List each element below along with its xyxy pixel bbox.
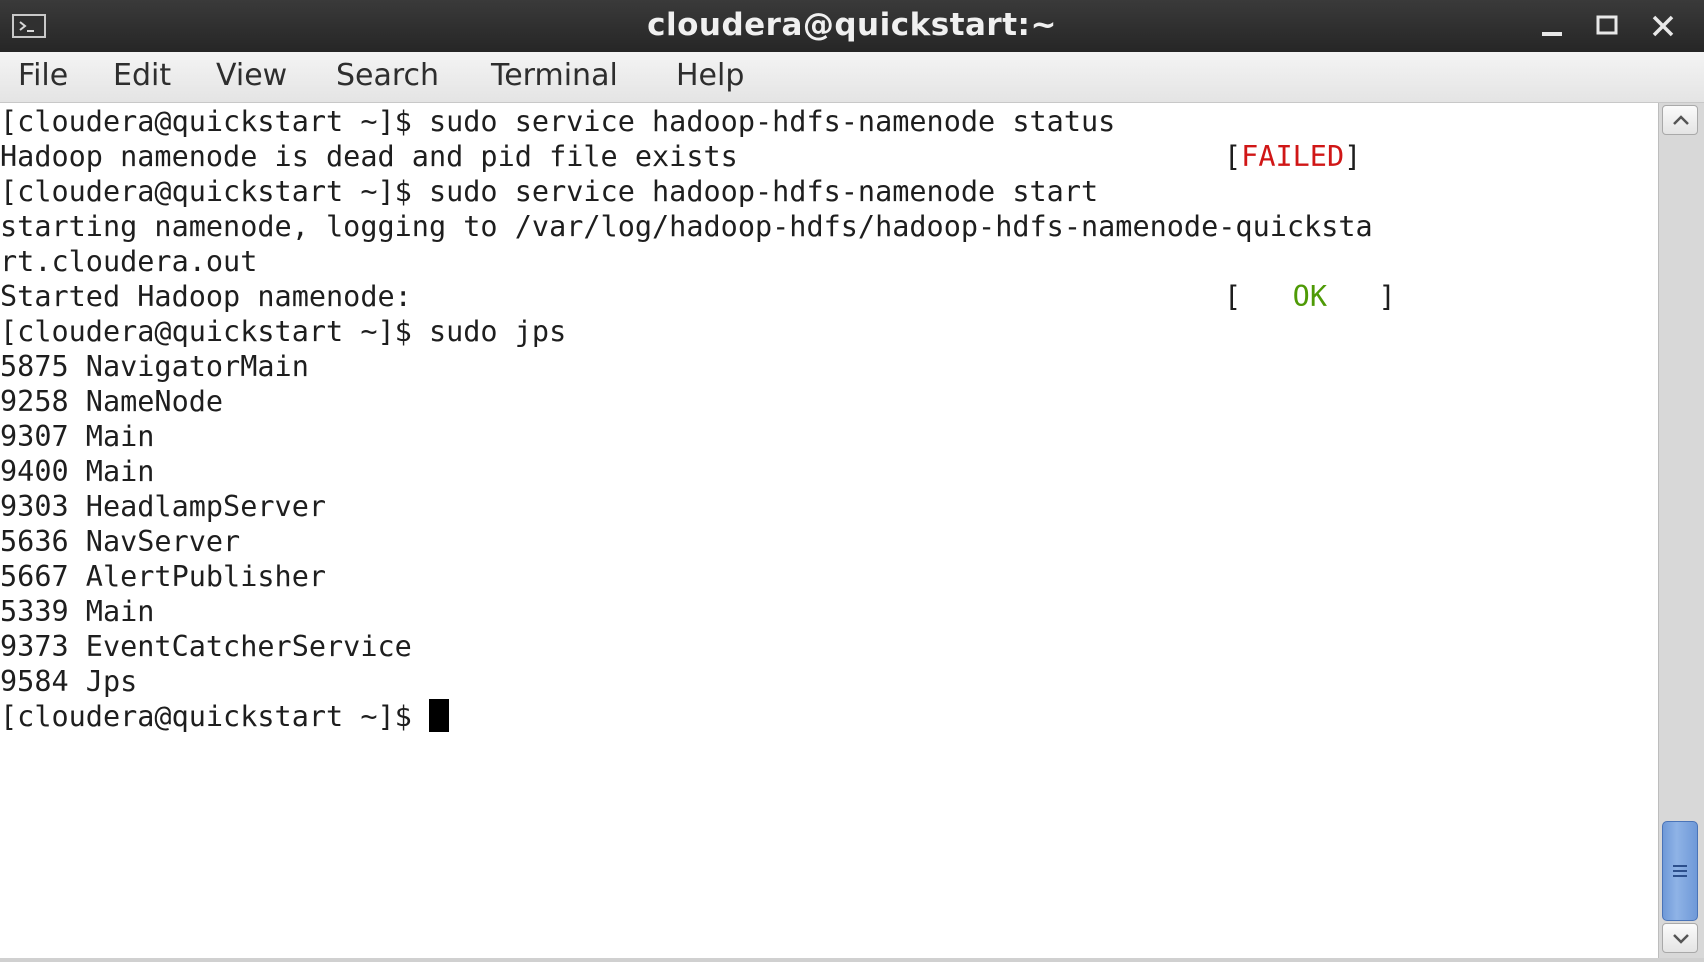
terminal-line: 5875 NavigatorMain xyxy=(0,350,309,383)
terminal-line: 5636 NavServer xyxy=(0,525,241,558)
status-failed: [FAILED] xyxy=(1224,140,1362,173)
menu-edit[interactable]: Edit xyxy=(113,52,171,102)
terminal-output[interactable]: [cloudera@quickstart ~]$ sudo service ha… xyxy=(0,103,1658,958)
menu-help[interactable]: Help xyxy=(676,52,744,102)
terminal-line: 9400 Main xyxy=(0,455,155,488)
maximize-button[interactable] xyxy=(1590,10,1624,42)
failed-label: FAILED xyxy=(1241,140,1345,173)
menu-bar: File Edit View Search Terminal Help xyxy=(0,52,1704,103)
terminal-window: cloudera@quickstart:~ File Edit View Sea… xyxy=(0,0,1704,962)
menu-terminal[interactable]: Terminal xyxy=(491,52,618,102)
maximize-icon xyxy=(1596,15,1618,35)
terminal-line: Hadoop namenode is dead and pid file exi… xyxy=(0,139,738,174)
terminal-line: Started Hadoop namenode: xyxy=(0,280,412,313)
window-border xyxy=(0,958,1704,962)
vertical-scrollbar[interactable] xyxy=(1658,103,1704,958)
chevron-down-icon xyxy=(1673,934,1689,944)
terminal-line: 9303 HeadlampServer xyxy=(0,490,327,523)
scroll-thumb[interactable] xyxy=(1662,821,1698,921)
scroll-down-button[interactable] xyxy=(1662,923,1698,953)
terminal-line-text: Hadoop namenode is dead and pid file exi… xyxy=(0,140,738,173)
chevron-up-icon xyxy=(1673,115,1689,125)
ok-label: OK xyxy=(1292,280,1327,313)
terminal-line: 5339 Main xyxy=(0,595,155,628)
title-bar[interactable]: cloudera@quickstart:~ xyxy=(0,0,1704,52)
close-icon xyxy=(1652,15,1674,37)
terminal-line: starting namenode, logging to /var/log/h… xyxy=(0,210,1373,243)
terminal-line: [cloudera@quickstart ~]$ sudo service ha… xyxy=(0,105,1116,138)
minimize-icon xyxy=(1542,32,1562,36)
terminal-line: [cloudera@quickstart ~]$ sudo jps xyxy=(0,315,567,348)
terminal-line: [cloudera@quickstart ~]$ sudo service ha… xyxy=(0,175,1099,208)
terminal-line: 9307 Main xyxy=(0,420,155,453)
menu-view[interactable]: View xyxy=(216,52,287,102)
terminal-line: rt.cloudera.out xyxy=(0,245,258,278)
window-title: cloudera@quickstart:~ xyxy=(647,7,1057,43)
terminal-line: 9584 Jps xyxy=(0,665,138,698)
menu-file[interactable]: File xyxy=(18,52,68,102)
status-ok: [ OK ] xyxy=(1224,280,1396,313)
close-button[interactable] xyxy=(1646,10,1680,42)
minimize-button[interactable] xyxy=(1536,10,1570,42)
menu-search[interactable]: Search xyxy=(336,52,439,102)
terminal-line: 9373 EventCatcherService xyxy=(0,630,412,663)
terminal-line: 9258 NameNode xyxy=(0,385,224,418)
scroll-up-button[interactable] xyxy=(1662,105,1698,135)
terminal-line: 5667 AlertPublisher xyxy=(0,560,327,593)
grip-icon xyxy=(1673,865,1687,877)
text-cursor xyxy=(428,699,449,732)
terminal-prompt: [cloudera@quickstart ~]$ xyxy=(0,699,449,734)
